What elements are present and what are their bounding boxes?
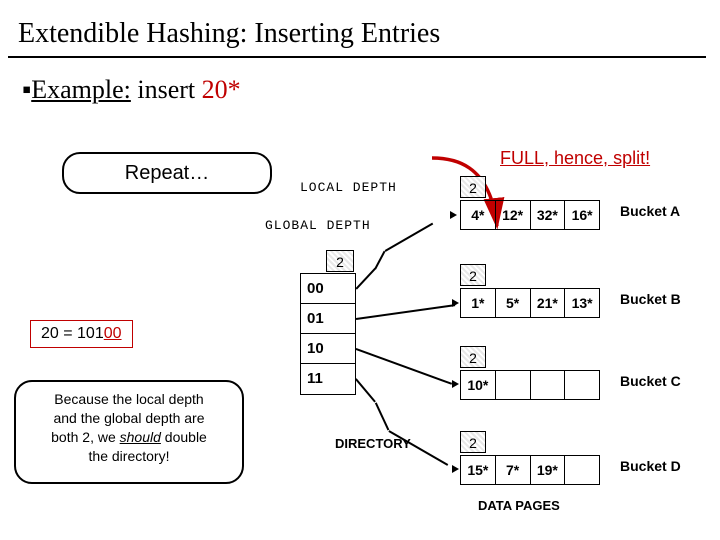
because-line: and the global depth are [53,410,204,426]
bucket-a-slot: 16* [565,201,599,229]
full-split-label: FULL, hence, split! [500,148,650,169]
slide-title: Extendible Hashing: Inserting Entries [8,0,706,58]
because-line: double [161,429,207,445]
directory-entry-00: 00 [301,274,355,304]
bucket-d-local-depth: 2 [460,431,486,453]
bucket-d-slot [565,456,599,484]
because-line: the directory! [89,448,170,464]
global-depth-box: 2 [326,250,354,272]
because-line: Because the local depth [54,391,203,407]
bucket-b-local-depth: 2 [460,264,486,286]
global-depth-label: GLOBAL DEPTH [265,218,371,233]
bucket-a-slot: 12* [496,201,531,229]
because-line: both 2, we [51,429,120,445]
because-should: should [120,429,161,445]
binary-suffix: 00 [104,325,122,342]
bucket-b-slot: 5* [496,289,531,317]
directory-caption: DIRECTORY [335,436,411,451]
directory-entry-10: 10 [301,334,355,364]
bucket-b-slot: 1* [461,289,496,317]
directory-entry-01: 01 [301,304,355,334]
bucket-a-local-depth: 2 [460,176,486,198]
directory-entry-11: 11 [301,364,355,394]
bucket-c-slot: 10* [461,371,496,399]
bucket-b-slot: 21* [531,289,566,317]
bucket-c-slot [496,371,531,399]
bucket-d-slot: 19* [531,456,566,484]
data-pages-caption: DATA PAGES [478,498,560,513]
bucket-c-local-depth: 2 [460,346,486,368]
bucket-d-slot: 15* [461,456,496,484]
example-prefix: Example: [31,75,131,104]
bucket-d-slot: 7* [496,456,531,484]
example-heading: ▪Example: insert 20* [0,58,720,105]
binary-representation: 20 = 10100 [30,320,133,348]
because-callout: Because the local depth and the global d… [14,380,244,484]
bucket-a-label: Bucket A [620,203,680,219]
bucket-c: 10* [460,370,600,400]
example-action: insert [137,75,195,104]
bucket-a-slot: 32* [531,201,566,229]
bucket-c-slot [565,371,599,399]
bucket-a-slot: 4* [461,201,496,229]
bucket-b-slot: 13* [565,289,599,317]
bucket-d: 15* 7* 19* [460,455,600,485]
bucket-b-label: Bucket B [620,291,681,307]
directory: 00 01 10 11 [300,273,356,395]
repeat-callout: Repeat… [62,152,272,194]
bucket-d-label: Bucket D [620,458,681,474]
bucket-b: 1* 5* 21* 13* [460,288,600,318]
bucket-a: 4* 12* 32* 16* [460,200,600,230]
binary-prefix: 20 = 101 [41,325,104,342]
bucket-c-slot [531,371,566,399]
bucket-c-label: Bucket C [620,373,681,389]
local-depth-label: LOCAL DEPTH [300,180,397,195]
example-value: 20* [202,75,241,104]
